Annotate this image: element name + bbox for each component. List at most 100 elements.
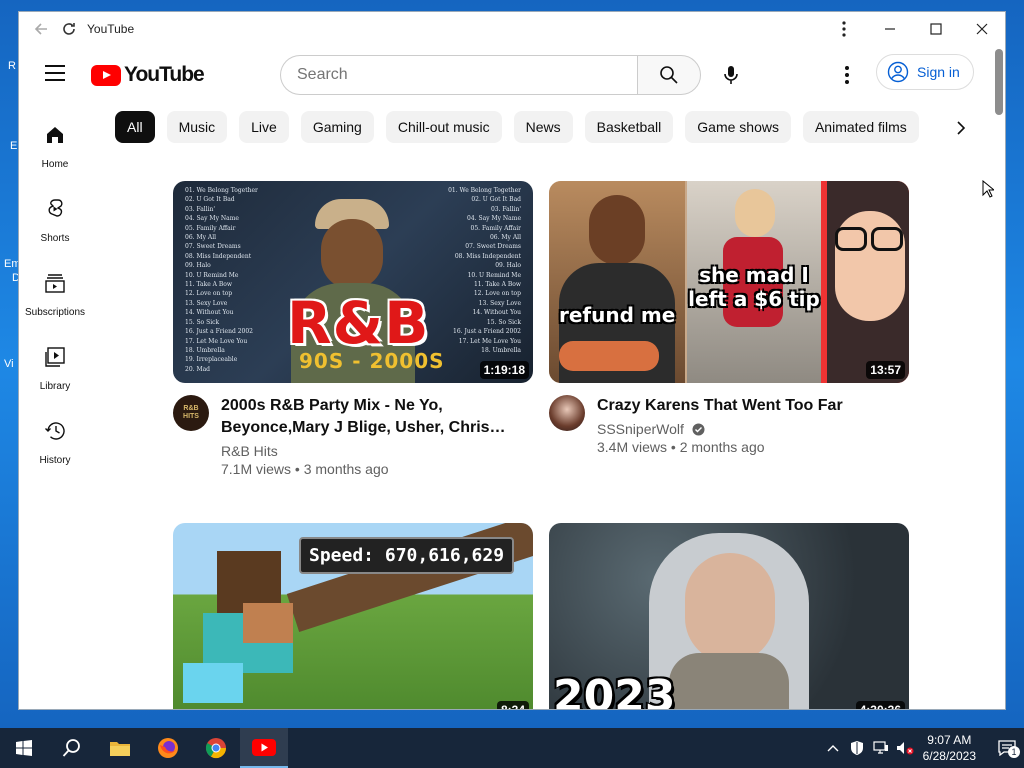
video-title[interactable]: 2000s R&B Party Mix - Ne Yo, Beyonce,Mar… <box>221 395 521 439</box>
thumbnail-caption: refund me <box>559 303 676 327</box>
youtube-icon <box>252 738 276 756</box>
sidebar-item-library[interactable]: Library <box>19 343 91 417</box>
title-bar: YouTube <box>19 12 1005 45</box>
play-logo-icon <box>91 64 121 86</box>
logo-text: YouTube <box>124 63 205 86</box>
desktop-icon-label[interactable]: E <box>10 140 17 152</box>
duration-badge: 4:30:36 <box>855 701 905 709</box>
microphone-icon <box>724 66 738 84</box>
duration-badge: 8:34 <box>496 701 529 709</box>
shorts-icon <box>43 197 67 221</box>
tracklist-left: 01. We Belong Together 02. U Got It Bad 03… <box>185 187 258 373</box>
sign-in-button[interactable]: Sign in <box>876 54 974 90</box>
firefox-icon <box>158 738 178 758</box>
hamburger-menu-icon[interactable] <box>45 65 65 86</box>
chevron-up-icon[interactable] <box>821 744 845 752</box>
channel-avatar[interactable] <box>549 395 585 431</box>
app-menu-icon[interactable] <box>821 12 867 45</box>
player-boots <box>183 663 243 703</box>
sidebar-item-label: Home <box>41 159 69 170</box>
video-card[interactable]: refund me she mad I left a $6 tip 13:57 … <box>549 181 909 455</box>
chrome-icon <box>205 738 227 759</box>
mouse-cursor-icon <box>982 179 996 203</box>
subscriptions-icon <box>43 271 67 295</box>
channel-name[interactable]: SSSniperWolf <box>597 421 843 437</box>
chip-news[interactable]: News <box>513 111 573 143</box>
desktop-icon-label[interactable]: Vi <box>4 358 14 370</box>
youtube-taskbar-button[interactable] <box>240 728 288 768</box>
chevron-right-icon <box>957 121 966 135</box>
reload-icon[interactable] <box>55 15 83 43</box>
sidebar-item-label: Library <box>39 381 71 392</box>
maximize-icon[interactable] <box>913 12 959 45</box>
search-bar <box>280 55 701 95</box>
video-card[interactable]: 2023 4:30:36 <box>549 523 909 709</box>
video-meta: R&B HITS 2000s R&B Party Mix - Ne Yo, Be… <box>173 395 533 477</box>
chip-all[interactable]: All <box>115 111 155 143</box>
sidebar-item-home[interactable]: Home <box>19 121 91 195</box>
duration-badge: 1:19:18 <box>479 361 529 379</box>
library-icon <box>43 345 67 369</box>
search-icon <box>62 739 80 757</box>
sign-in-label: Sign in <box>917 64 960 80</box>
channel-name[interactable]: R&B Hits <box>221 443 521 459</box>
search-button[interactable] <box>637 55 701 95</box>
thumb-panel-right <box>821 181 909 383</box>
thumbnail-subtitle: 90S - 2000S <box>299 349 445 373</box>
sidebar-item-label: History <box>39 455 71 466</box>
video-thumbnail[interactable]: refund me she mad I left a $6 tip 13:57 <box>549 181 909 383</box>
folder-icon <box>110 742 130 756</box>
video-stats: 3.4M views • 2 months ago <box>597 439 765 455</box>
sidebar-item-history[interactable]: History <box>19 417 91 491</box>
chrome-button[interactable] <box>192 728 240 768</box>
windows-icon <box>16 740 32 756</box>
desktop-icon-label[interactable]: R <box>8 60 16 72</box>
start-button[interactable] <box>0 728 48 768</box>
chip-basketball[interactable]: Basketball <box>584 111 674 143</box>
chips-next-button[interactable] <box>949 116 973 140</box>
chip-music[interactable]: Music <box>166 111 228 143</box>
video-meta: Crazy Karens That Went Too Far SSSniperW… <box>549 395 909 455</box>
chip-gaming[interactable]: Gaming <box>300 111 374 143</box>
volume-muted-icon[interactable] <box>893 741 917 755</box>
search-input[interactable] <box>280 55 637 95</box>
video-title[interactable]: Crazy Karens That Went Too Far <box>597 395 843 417</box>
video-thumbnail[interactable]: 01. We Belong Together 02. U Got It Bad 03… <box>173 181 533 383</box>
search-taskbar-button[interactable] <box>48 728 96 768</box>
notifications-icon[interactable]: 1 <box>990 740 1024 758</box>
system-tray: 9:07 AM 6/28/2023 1 <box>821 728 1024 768</box>
video-thumbnail[interactable]: 2023 4:30:36 <box>549 523 909 709</box>
firefox-button[interactable] <box>144 728 192 768</box>
chip-live[interactable]: Live <box>239 111 289 143</box>
scrollbar-thumb[interactable] <box>995 49 1003 115</box>
chip-game-shows[interactable]: Game shows <box>685 111 791 143</box>
sidebar-item-shorts[interactable]: Shorts <box>19 195 91 269</box>
taskbar: 9:07 AM 6/28/2023 1 <box>0 728 1024 768</box>
settings-menu-icon[interactable] <box>829 61 865 89</box>
back-arrow-icon[interactable] <box>27 15 55 43</box>
youtube-logo[interactable]: YouTube <box>91 63 205 87</box>
channel-avatar[interactable]: R&B HITS <box>173 395 209 431</box>
video-card[interactable]: Speed: 670,616,629 8:34 <box>173 523 533 709</box>
minimize-icon[interactable] <box>867 12 913 45</box>
masthead: YouTube Sign in <box>19 45 1005 121</box>
network-icon[interactable] <box>869 741 893 755</box>
chip-animated-films[interactable]: Animated films <box>802 111 919 143</box>
voice-search-button[interactable] <box>711 55 751 95</box>
close-icon[interactable] <box>959 12 1005 45</box>
video-card[interactable]: 01. We Belong Together 02. U Got It Bad 03… <box>173 181 533 477</box>
sidebar-item-label: Shorts <box>40 233 70 244</box>
window-title: YouTube <box>87 21 135 36</box>
verified-badge-icon <box>692 423 705 436</box>
clock-date: 6/28/2023 <box>922 749 976 763</box>
security-shield-icon[interactable] <box>845 740 869 756</box>
chip-chill-out-music[interactable]: Chill-out music <box>385 111 502 143</box>
file-explorer-button[interactable] <box>96 728 144 768</box>
video-thumbnail[interactable]: Speed: 670,616,629 8:34 <box>173 523 533 709</box>
clock-time: 9:07 AM <box>927 733 972 747</box>
home-icon <box>43 123 67 147</box>
player-arm <box>243 603 293 643</box>
taskbar-clock[interactable]: 9:07 AM 6/28/2023 <box>923 732 976 764</box>
filter-chips: All Music Live Gaming Chill-out music Ne… <box>115 111 975 145</box>
sidebar-item-subscriptions[interactable]: Subscriptions <box>19 269 91 343</box>
